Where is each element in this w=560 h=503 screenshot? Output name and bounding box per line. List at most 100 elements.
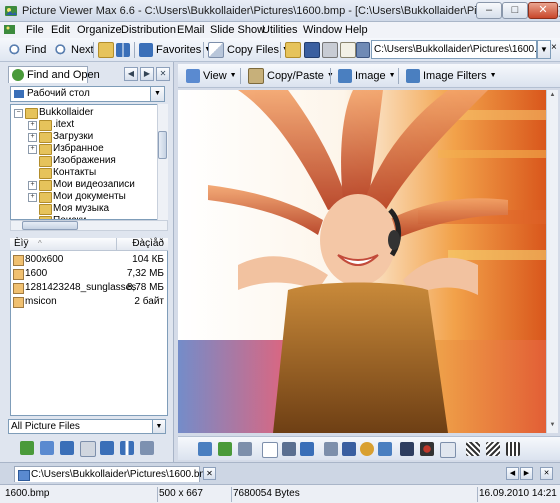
column-size-header[interactable]: Ðàçìåð [132, 238, 164, 250]
folder-combobox[interactable]: Рабочий стол ▼ [10, 86, 165, 102]
image-filters-menu-button[interactable]: Image Filters ▼ [406, 67, 497, 85]
thumbnails-button[interactable] [116, 41, 130, 59]
texture-icon[interactable] [466, 442, 480, 456]
folder-icon [39, 204, 52, 215]
small-icons-icon[interactable] [80, 441, 96, 457]
tab-next-button[interactable]: ▶ [520, 467, 533, 480]
menu-slide-show[interactable]: Slide Show [210, 24, 265, 36]
file-list-row[interactable]: 1281423248_sunglasses 8,78 МБ [12, 281, 166, 294]
expand-icon[interactable]: + [28, 193, 37, 202]
copy-paste-menu-button[interactable]: Copy/Paste ▼ [248, 67, 334, 85]
menu-organize[interactable]: Organize [77, 24, 122, 36]
zoom-tool-icon[interactable] [238, 442, 252, 456]
scroll-down-arrow-icon[interactable]: ▼ [548, 422, 557, 428]
copy-files-button[interactable]: Copy Files ▼ [208, 41, 289, 59]
tab-prev-button[interactable]: ◀ [506, 467, 519, 480]
image-viewer[interactable] [178, 90, 546, 433]
expand-icon[interactable]: + [28, 181, 37, 190]
dropdown-arrow-icon[interactable]: ▼ [150, 87, 164, 101]
collapse-icon[interactable]: − [14, 109, 23, 118]
email-button[interactable] [340, 41, 356, 59]
tree-scroll-thumb[interactable] [158, 131, 167, 159]
folder-tree[interactable]: − Bukkollaider + .itext + Загрузки + Избранное И… [10, 104, 168, 220]
file-list-row[interactable]: msicon 2 байт [12, 295, 166, 308]
film-strip-icon[interactable] [282, 442, 296, 456]
favorites-button[interactable]: Favorites ▼ [139, 41, 211, 59]
save-button[interactable] [304, 41, 320, 59]
view-icon [186, 69, 200, 83]
open-button[interactable] [285, 41, 301, 59]
tree-item-label: Bukkollaider [39, 107, 94, 118]
columns-icon[interactable] [120, 441, 134, 455]
minimize-button[interactable]: – [476, 2, 502, 19]
scan-button[interactable] [356, 41, 370, 59]
panel-close-button[interactable]: ✕ [156, 67, 170, 81]
grid-pattern-icon[interactable] [506, 442, 520, 456]
image-vertical-scrollbar[interactable]: ▲ ▼ [546, 90, 558, 433]
palette-icon[interactable] [342, 442, 356, 456]
menu-utilities[interactable]: Utilities [262, 24, 297, 36]
red-eye-icon[interactable] [420, 442, 434, 456]
magnify-icon[interactable] [324, 442, 338, 456]
file-list-row[interactable]: 1600 7,32 МБ [12, 267, 166, 280]
scanner-icon [356, 42, 370, 58]
close-window-button[interactable]: ✕ [528, 2, 558, 19]
document-tab-label: C:\Users\Bukkollaider\Pictures\1600.bmp [31, 469, 214, 480]
menu-file[interactable]: File [26, 24, 44, 36]
panel-forward-button[interactable]: ▶ [140, 67, 154, 81]
expand-icon[interactable]: + [28, 145, 37, 154]
frame-icon[interactable] [440, 442, 456, 458]
tab-find-and-open[interactable]: Find and Open [8, 66, 100, 83]
maximize-button[interactable]: □ [502, 2, 528, 19]
expand-icon[interactable]: + [28, 121, 37, 130]
menu-email[interactable]: EMail [177, 24, 205, 36]
pattern-icon[interactable] [486, 442, 500, 456]
file-type-filter[interactable]: All Picture Files ▼ [8, 419, 166, 434]
scroll-up-arrow-icon[interactable]: ▲ [548, 92, 557, 98]
grid-icon[interactable] [140, 441, 154, 455]
menu-help[interactable]: Help [345, 24, 368, 36]
tree-vertical-scrollbar[interactable] [157, 104, 168, 220]
main-toolbar: Find Next Favorites ▼ Copy Files ▼ C:\Us… [0, 38, 560, 62]
large-icons-icon[interactable] [100, 441, 114, 455]
expand-icon[interactable]: + [28, 133, 37, 142]
document-tab[interactable]: C:\Users\Bukkollaider\Pictures\1600.bmp [14, 466, 213, 482]
column-name-header[interactable]: Èìÿ [14, 238, 28, 250]
monitor-icon[interactable] [300, 442, 314, 456]
image-file-icon[interactable] [378, 442, 392, 456]
sharpen-icon[interactable] [400, 442, 414, 456]
column-divider [116, 238, 117, 250]
next-button[interactable]: Next [54, 41, 94, 59]
close-path-icon[interactable]: × [551, 42, 560, 53]
fit-window-icon[interactable] [198, 442, 212, 456]
toolbar-separator [93, 42, 94, 58]
menu-edit[interactable]: Edit [51, 24, 70, 36]
file-list-header: Èìÿ ^ Ðàçìåð [10, 238, 168, 251]
image-menu-button[interactable]: Image ▼ [338, 67, 396, 85]
close-tab-button[interactable]: ✕ [203, 467, 216, 480]
tab-strip-close-button[interactable]: ✕ [540, 467, 553, 480]
tree-item-label: Мои видеозаписи [53, 179, 135, 190]
panel-back-button[interactable]: ◀ [124, 67, 138, 81]
path-dropdown-arrow-icon[interactable]: ▼ [537, 40, 551, 59]
page-icon[interactable] [262, 442, 278, 458]
details-view-icon[interactable] [40, 441, 54, 455]
file-name: msicon [25, 296, 57, 307]
menu-window[interactable]: Window [303, 24, 342, 36]
list-view-icon[interactable] [60, 441, 74, 455]
print-button[interactable] [322, 41, 338, 59]
path-combobox[interactable]: C:\Users\Bukkollaider\Pictures\1600.bmp [371, 40, 537, 59]
clipboard-icon [248, 68, 264, 84]
dropdown-arrow-icon[interactable]: ▼ [152, 420, 165, 433]
tree-hscroll-thumb[interactable] [22, 221, 78, 230]
menu-distribution[interactable]: Distribution [121, 24, 176, 36]
folder-up-button[interactable] [98, 41, 114, 59]
actual-size-icon[interactable] [218, 442, 232, 456]
file-list-row[interactable]: 800x600 104 КБ [12, 253, 166, 266]
view-menu-button[interactable]: View ▼ [186, 67, 237, 85]
magnifier-icon [8, 43, 22, 57]
color-wheel-icon[interactable] [360, 442, 374, 456]
image-icon[interactable] [20, 441, 34, 455]
find-button[interactable]: Find [8, 41, 46, 59]
find-label: Find [25, 44, 47, 56]
